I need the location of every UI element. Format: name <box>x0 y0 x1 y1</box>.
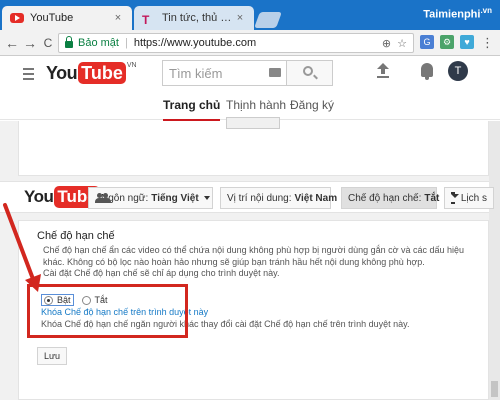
separator: | <box>124 37 128 49</box>
language-button[interactable]: Ngôn ngữ: Tiếng Việt <box>88 187 213 209</box>
footer-bar: You Tube Ngôn ngữ: Tiếng Việt Vị trí nội… <box>0 181 494 213</box>
translate-extension-icon[interactable]: G <box>420 35 434 49</box>
scroll-thumb[interactable] <box>491 381 498 397</box>
taimienphi-favicon-icon: T <box>142 13 150 27</box>
chevron-down-icon <box>203 196 210 200</box>
scrollbar[interactable] <box>489 121 500 400</box>
hourglass-icon <box>451 192 459 204</box>
tab-title: YouTube <box>30 12 74 24</box>
browser-menu-icon[interactable]: ⋮ <box>481 35 494 51</box>
settings-extension-icon[interactable]: ⚙ <box>440 35 454 49</box>
lock-icon <box>65 36 73 48</box>
close-tab-icon[interactable]: × <box>112 12 124 24</box>
forward-button[interactable]: → <box>22 34 38 52</box>
keyboard-icon[interactable] <box>269 68 281 77</box>
partial-button[interactable] <box>226 117 280 129</box>
panel-title: Chế độ hạn chế <box>37 230 115 242</box>
bookmark-star-icon[interactable]: ☆ <box>397 37 407 50</box>
reload-button[interactable]: C <box>40 34 56 52</box>
browser-toolbar: ← → C Bảo mật | https://www.youtube.com … <box>0 30 500 56</box>
youtube-logo[interactable]: You Tube VN <box>46 62 137 84</box>
avatar[interactable]: T <box>448 61 468 81</box>
content-card <box>18 117 489 176</box>
secure-label: Bảo mật <box>78 37 119 49</box>
history-button[interactable]: Lịch s <box>444 187 494 209</box>
youtube-masthead: You Tube VN Tìm kiếm T Trang chủ Thịnh h… <box>0 56 500 122</box>
panel-description: Chế độ hạn chế ẩn các video có thể chứa … <box>43 245 465 267</box>
save-button[interactable]: Lưu <box>37 347 67 365</box>
notifications-bell-icon[interactable] <box>421 63 433 80</box>
region-label: VN <box>126 62 137 69</box>
zoom-icon[interactable]: ⊕ <box>382 37 391 50</box>
youtube-favicon-icon <box>10 13 24 23</box>
new-tab-button[interactable] <box>254 12 282 28</box>
tab-youtube[interactable]: YouTube × <box>2 6 132 30</box>
browser-tab-strip: YouTube × T Tin tức, thủ thuật công n × … <box>0 0 500 30</box>
heart-extension-icon[interactable]: ♥ <box>460 35 474 49</box>
youtube-nav-tabs: Trang chủ Thịnh hành Đăng ký <box>0 90 500 122</box>
address-bar[interactable]: Bảo mật | https://www.youtube.com ⊕ ☆ <box>58 33 414 53</box>
tab-title: Tin tức, thủ thuật công n <box>162 12 234 24</box>
tab-subscriptions[interactable]: Đăng ký <box>290 98 334 112</box>
search-input[interactable]: Tìm kiếm <box>162 60 287 86</box>
search-icon <box>303 66 313 76</box>
panel-note: Cài đặt Chế độ hạn chế sẽ chỉ áp dụng ch… <box>43 268 280 278</box>
search-button[interactable] <box>287 60 333 86</box>
hamburger-menu-icon[interactable] <box>23 68 34 83</box>
close-tab-icon[interactable]: × <box>234 12 246 24</box>
watermark-brand: Taimienphi.vn <box>423 6 492 21</box>
back-button[interactable]: ← <box>4 34 20 52</box>
location-button[interactable]: Vị trí nội dung: Việt Nam <box>220 187 349 209</box>
tab-home[interactable]: Trang chủ <box>163 98 221 122</box>
url-text: https://www.youtube.com <box>133 37 257 49</box>
tab-trending[interactable]: Thịnh hành <box>226 98 286 112</box>
highlight-box <box>27 284 188 338</box>
tab-taimienphi[interactable]: T Tin tức, thủ thuật công n × <box>134 6 254 30</box>
restricted-mode-button[interactable]: Chế độ hạn chế: Tắt <box>341 187 451 209</box>
